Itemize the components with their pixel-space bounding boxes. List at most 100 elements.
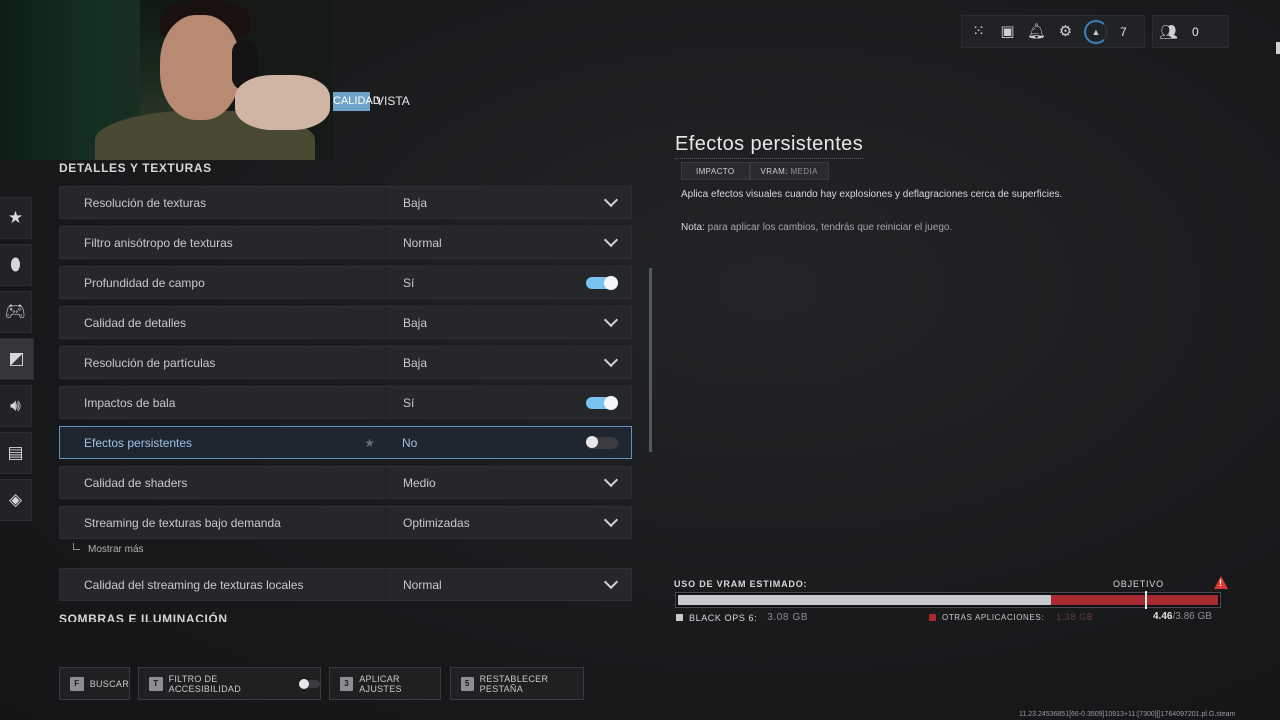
sidebar-mouse[interactable]: ⬮	[0, 244, 32, 286]
chevron-down-icon	[603, 352, 619, 368]
vram-game-fill	[678, 595, 1051, 605]
sidebar-interface[interactable]: ▤	[0, 432, 32, 474]
setting-row-persistent-effects[interactable]: Efectos persistentes ★ No	[59, 426, 632, 459]
search-button[interactable]: F BUSCAR	[59, 667, 130, 700]
detail-title: Efectos persistentes	[675, 133, 864, 159]
setting-row-detail-quality[interactable]: Calidad de detalles Baja	[59, 306, 632, 339]
button-label: BUSCAR	[89, 678, 129, 689]
legend-other-label: OTRAS APLICACIONES:	[942, 612, 1045, 622]
favorite-star-icon[interactable]: ★	[364, 436, 375, 450]
note-label: Nota:	[681, 222, 705, 233]
level-ring-icon[interactable]: ▲	[1084, 19, 1108, 44]
chevron-down-icon	[603, 232, 619, 248]
show-more-label: Mostrar más	[88, 544, 144, 555]
setting-dropdown[interactable]: Normal	[385, 569, 631, 600]
vram-usage-bar	[675, 591, 1221, 609]
next-section-title: SOMBRAS E ILUMINACIÓN	[59, 612, 228, 622]
setting-row-shader-quality[interactable]: Calidad de shaders Medio	[59, 466, 632, 499]
party-count: 0	[1192, 24, 1199, 39]
gear-icon[interactable]: ⚙	[1055, 21, 1076, 42]
tree-elbow-icon	[73, 543, 80, 550]
toggle-switch-on[interactable]	[586, 275, 618, 290]
star-icon: ★	[7, 208, 24, 227]
webcam-overlay	[0, 0, 333, 160]
setting-label: Calidad de shaders	[84, 475, 188, 490]
setting-dropdown[interactable]: Baja	[385, 187, 631, 218]
sidebar-graphics[interactable]: ◩	[0, 338, 34, 380]
tab-vista[interactable]: VISTA	[376, 92, 410, 111]
vram-usage-label: USO DE VRAM ESTIMADO:	[674, 579, 808, 589]
setting-label: Streaming de texturas bajo demanda	[84, 515, 281, 530]
chevron-down-icon	[603, 192, 619, 208]
party-icon: 👥︎	[1159, 23, 1179, 41]
setting-value: Baja	[403, 355, 428, 370]
setting-row-depth-of-field[interactable]: Profundidad de campo Sí	[59, 266, 632, 299]
legend-swatch-game	[676, 614, 683, 621]
store-icon[interactable]: ▣	[997, 21, 1018, 42]
setting-value: Baja	[403, 315, 428, 330]
setting-row-on-demand-texture-streaming[interactable]: Streaming de texturas bajo demanda Optim…	[59, 506, 632, 539]
setting-label: Resolución de partículas	[84, 355, 216, 370]
detail-tags: IMPACTO VRAM: MEDIA	[681, 162, 829, 180]
key-hint: 3	[340, 676, 354, 691]
vram-legend-game: BLACK OPS 6: 3.08 GB	[676, 612, 808, 623]
setting-label: Efectos persistentes ★	[60, 427, 385, 458]
chevron-down-icon	[603, 472, 619, 488]
vram-other-fill	[1051, 595, 1218, 605]
vram-total-used: 4.46	[1153, 611, 1173, 622]
setting-toggle[interactable]: No	[385, 427, 631, 458]
vram-target-label: OBJETIVO	[1113, 579, 1164, 589]
setting-toggle[interactable]: Sí	[385, 267, 631, 298]
setting-value: Optimizadas	[403, 515, 470, 530]
accessibility-toggle[interactable]	[298, 678, 320, 689]
legend-swatch-other	[929, 613, 936, 621]
setting-dropdown[interactable]: Baja	[385, 347, 631, 378]
show-more-link[interactable]: Mostrar más	[73, 543, 144, 555]
setting-label: Calidad de detalles	[84, 315, 187, 330]
setting-value: Sí	[403, 395, 415, 410]
setting-label: Impactos de bala	[84, 395, 176, 410]
setting-row-bullet-impacts[interactable]: Impactos de bala Sí	[59, 386, 632, 419]
accessibility-filter-button[interactable]: T FILTRO DE ACCESIBILIDAD	[138, 667, 321, 700]
key-hint: 5	[461, 676, 474, 691]
setting-row-local-texture-streaming-quality[interactable]: Calidad del streaming de texturas locale…	[59, 568, 632, 601]
legend-game-value: 3.08 GB	[767, 612, 809, 623]
setting-dropdown[interactable]: Normal	[385, 227, 631, 258]
grid-icon[interactable]: ⁙	[968, 21, 989, 42]
sidebar-favorites[interactable]: ★	[0, 197, 32, 239]
setting-row-particle-resolution[interactable]: Resolución de partículas Baja	[59, 346, 632, 379]
vram-legend-other: OTRAS APLICACIONES: 1.38 GB	[929, 612, 1093, 622]
tab-calidad[interactable]: CALIDAD	[333, 92, 381, 111]
sidebar-audio[interactable]: 🔊︎	[0, 385, 32, 427]
legend-game-label: BLACK OPS 6:	[689, 612, 758, 623]
settings-scrollbar[interactable]	[649, 268, 652, 452]
setting-value: Medio	[403, 475, 436, 490]
reset-tab-button[interactable]: 5 RESTABLECER PESTAÑA	[450, 667, 584, 700]
button-label: RESTABLECER PESTAÑA	[479, 673, 549, 694]
apply-settings-button[interactable]: 3 APLICAR AJUSTES	[329, 667, 441, 700]
toggle-switch-off[interactable]	[586, 435, 618, 449]
party-hud[interactable]: 👥︎ 0	[1152, 15, 1229, 48]
bell-icon[interactable]: 🔔︎	[1026, 21, 1047, 42]
setting-dropdown[interactable]: Optimizadas	[385, 507, 631, 538]
setting-row-anisotropic-filter[interactable]: Filtro anisótropo de texturas Normal	[59, 226, 632, 259]
vram-total-available: /3.86 GB	[1172, 611, 1212, 622]
controller-icon: 🎮︎	[4, 302, 27, 321]
button-label: APLICAR AJUSTES	[359, 673, 402, 694]
interface-icon: ▤	[7, 443, 24, 462]
detail-note: Nota: para aplicar los cambios, tendrás …	[681, 222, 952, 233]
network-icon: ◈	[8, 490, 23, 509]
sidebar-network[interactable]: ◈	[0, 479, 32, 521]
setting-label: Resolución de texturas	[84, 195, 207, 210]
setting-row-texture-resolution[interactable]: Resolución de texturas Baja	[59, 186, 632, 219]
sidebar-controller[interactable]: 🎮︎	[0, 291, 32, 333]
chevron-down-icon	[603, 574, 619, 590]
mouse-icon: ⬮	[10, 255, 21, 274]
toggle-switch-on[interactable]	[586, 395, 618, 410]
setting-dropdown[interactable]: Baja	[385, 307, 631, 338]
button-label: FILTRO DE ACCESIBILIDAD	[168, 673, 241, 694]
setting-dropdown[interactable]: Medio	[385, 467, 631, 498]
graphics-icon: ◩	[8, 349, 25, 368]
setting-toggle[interactable]: Sí	[385, 387, 631, 418]
top-hud: ⁙ ▣ 🔔︎ ⚙ ▲ 7	[961, 15, 1145, 48]
